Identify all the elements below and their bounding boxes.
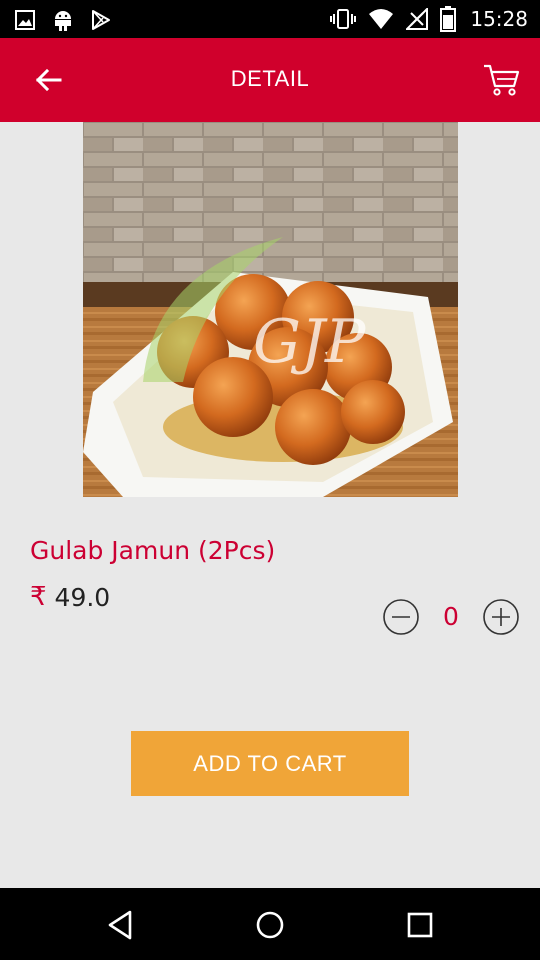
plus-circle-icon[interactable] [482,598,520,636]
signal-icon [406,8,429,30]
watermark-text: GJP [253,307,367,377]
status-bar: 15:28 [0,0,540,38]
product-name: Gulab Jamun (2Pcs) [30,536,276,565]
app-bar: DETAIL [0,38,540,122]
price-row: ₹ 49.0 [30,582,110,612]
image-icon [15,10,35,30]
android-icon [55,11,71,31]
play-store-icon [92,10,110,30]
product-price: 49.0 [54,582,111,612]
minus-circle-icon[interactable] [382,598,420,636]
wifi-icon [369,9,394,29]
product-image: GJP [83,122,458,497]
cart-icon[interactable] [482,62,520,98]
navigation-bar [0,888,540,960]
add-to-cart-button[interactable]: ADD TO CART [131,731,409,796]
quantity-stepper: 0 [382,598,522,636]
battery-icon [440,6,457,32]
quantity-value: 0 [443,602,459,631]
back-triangle-icon[interactable] [103,908,137,942]
page-title: DETAIL [230,66,310,91]
recents-square-icon[interactable] [403,908,437,942]
status-time: 15:28 [470,7,528,31]
currency-symbol: ₹ [30,582,47,612]
vibrate-icon [330,9,357,29]
home-circle-icon[interactable] [253,908,287,942]
